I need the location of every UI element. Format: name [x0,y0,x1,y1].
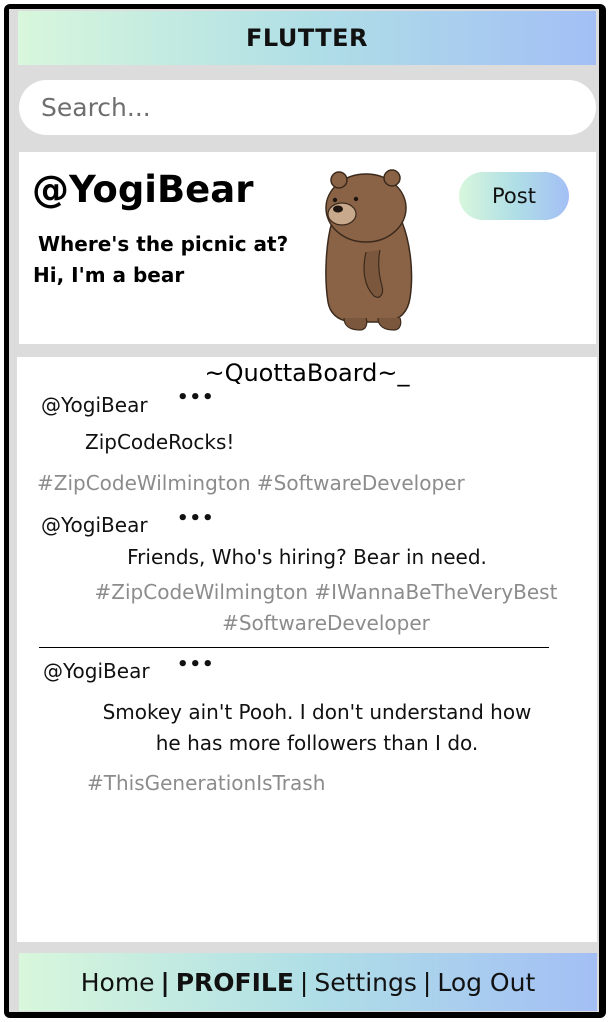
post-username[interactable]: @YogiBear [41,393,148,417]
bottom-nav: Home | PROFILE | Settings | Log Out [19,953,597,1011]
nav-separator: | [422,967,432,997]
nav-separator: | [299,967,309,997]
nav-home[interactable]: Home [81,968,155,997]
profile-card: @YogiBear Where's the picnic at? Hi, I'm… [19,152,596,344]
post-username[interactable]: @YogiBear [41,513,148,537]
post-text: Friends, Who's hiring? Bear in need. [127,545,487,569]
post-tags: #ThisGenerationIsTrash [87,768,325,799]
quotta-board: ~QuottaBoard~_ @YogiBear ••• ZipCodeRock… [17,357,597,942]
post-tags: #ZipCodeWilmington #SoftwareDeveloper [37,468,465,499]
app-header: FLUTTER [18,11,596,65]
hashtag[interactable]: #IWannaBeTheVeryBest [314,580,557,604]
post-text-line-2: he has more followers than I do. [155,731,479,755]
board-title: ~QuottaBoard~_ [204,359,410,387]
post-text-line-1: Smokey ain't Pooh. I don't understand ho… [102,700,532,724]
post-button[interactable]: Post [459,172,569,220]
more-options-icon[interactable]: ••• [177,508,215,529]
hashtag[interactable]: #SoftwareDeveloper [222,611,430,635]
nav-profile[interactable]: PROFILE [176,968,294,997]
post-username[interactable]: @YogiBear [43,659,150,683]
nav-separator: | [160,967,170,997]
app-title: FLUTTER [246,24,368,52]
app-screen: FLUTTER @YogiBear Where's the picnic at?… [9,9,599,1012]
hashtag[interactable]: #SoftwareDeveloper [257,471,465,495]
bear-avatar-icon [325,169,413,331]
post-text: ZipCodeRocks! [85,430,235,454]
search-input[interactable] [19,80,596,135]
hashtag[interactable]: #ThisGenerationIsTrash [87,771,325,795]
more-options-icon[interactable]: ••• [177,654,215,675]
hashtag[interactable]: #ZipCodeWilmington [95,580,309,604]
post-tags: #ZipCodeWilmington #IWannaBeTheVeryBest … [73,577,579,639]
profile-bio-line-2: Hi, I'm a bear [33,263,185,287]
profile-handle: @YogiBear [32,168,254,211]
nav-logout[interactable]: Log Out [437,968,535,997]
post-divider [39,647,549,648]
profile-bio-line-1: Where's the picnic at? [38,232,289,256]
more-options-icon[interactable]: ••• [177,387,215,408]
hashtag[interactable]: #ZipCodeWilmington [37,471,251,495]
nav-settings[interactable]: Settings [314,968,417,997]
